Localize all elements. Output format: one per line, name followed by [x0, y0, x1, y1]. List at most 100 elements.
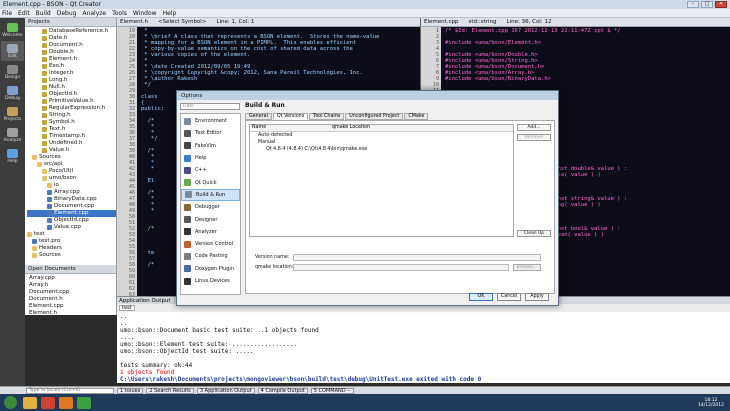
tree-file[interactable]: Exo.h — [27, 63, 116, 70]
tree-file[interactable]: Text.h — [27, 126, 116, 133]
qmake-location-field[interactable] — [293, 264, 509, 271]
tree-file[interactable]: Long.h — [27, 77, 116, 84]
system-clock[interactable]: 18:12 14/12/2012 — [698, 398, 724, 408]
tab-tool-chains[interactable]: Tool Chains — [309, 113, 345, 120]
mode-analyze[interactable]: Analyze — [1, 125, 24, 145]
mode-edit[interactable]: Edit — [1, 41, 24, 61]
apply-button[interactable]: Apply — [525, 293, 549, 301]
category-code-pasting[interactable]: Code Pasting — [181, 250, 240, 262]
tree-file[interactable]: Document.h — [27, 42, 116, 49]
right-editor-file[interactable]: Element.cpp — [424, 19, 459, 25]
tree-folder[interactable]: src/api — [27, 161, 116, 168]
remove-button[interactable]: Remove — [517, 134, 551, 141]
tab-cmake[interactable]: CMake — [404, 113, 429, 120]
tree-file[interactable]: Timestamp.h — [27, 133, 116, 140]
menu-tools[interactable]: Tools — [112, 10, 127, 17]
tree-folder[interactable]: Poco/Util — [27, 168, 116, 175]
mode-welcome[interactable]: Welcome — [1, 20, 24, 40]
firefox-icon[interactable] — [59, 396, 73, 409]
tree-file[interactable]: Symbol.h — [27, 119, 116, 126]
open-document-item[interactable]: Document.h — [27, 296, 116, 303]
open-document-item[interactable]: Element.cpp — [27, 303, 116, 310]
command-tab[interactable]: 5 COMMAND -- — [310, 387, 354, 394]
browse-button[interactable]: Browse... — [513, 264, 541, 271]
table-row[interactable]: Auto-detected — [250, 132, 513, 139]
tree-file[interactable]: Integer.h — [27, 70, 116, 77]
menu-window[interactable]: Window — [133, 10, 157, 17]
cancel-button[interactable]: Cancel — [497, 293, 521, 301]
menu-edit[interactable]: Edit — [18, 10, 30, 17]
tab-general[interactable]: General — [245, 113, 272, 120]
mode-design[interactable]: Design — [1, 62, 24, 82]
tree-file[interactable]: Undefined.h — [27, 140, 116, 147]
clean-up-button[interactable]: Clean Up — [517, 230, 551, 237]
tree-folder[interactable]: Sources — [27, 154, 116, 161]
add-button[interactable]: Add... — [517, 124, 551, 131]
tree-folder[interactable]: Headers — [27, 245, 116, 252]
locator-input[interactable]: Type to locate (Ctrl+K) — [26, 387, 114, 394]
category-debugger[interactable]: Debugger — [181, 201, 240, 213]
category-designer[interactable]: Designer — [181, 213, 240, 225]
tree-file[interactable]: Double.h — [27, 49, 116, 56]
category-environment[interactable]: Environment — [181, 115, 240, 127]
options-filter-input[interactable]: Filter — [180, 103, 240, 110]
category-linux-devices[interactable]: Linux Devices — [181, 275, 240, 287]
tree-file[interactable]: Array.cpp — [27, 189, 116, 196]
left-editor-symbol[interactable]: <Select Symbol> — [158, 19, 206, 25]
maximize-button[interactable]: □ — [701, 1, 713, 8]
tree-file[interactable]: String.h — [27, 112, 116, 119]
category-help[interactable]: Help — [181, 152, 240, 164]
tree-file[interactable]: Value.cpp — [27, 224, 116, 231]
open-document-item[interactable]: Array.cpp — [27, 275, 116, 282]
tab-unconfigured-project[interactable]: Unconfigured Project — [345, 113, 404, 120]
category-analyzer[interactable]: Analyzer — [181, 226, 240, 238]
qt-creator-icon[interactable] — [77, 396, 91, 409]
menu-build[interactable]: Build — [36, 10, 51, 17]
minimize-button[interactable]: – — [687, 1, 699, 8]
table-row[interactable]: Qt 4.8.4 (4.8.4) C:\Qt\4.8.4\bin\qmake.e… — [250, 146, 513, 153]
tree-file[interactable]: Date.h — [27, 35, 116, 42]
tree-file[interactable]: PrimitiveValue.h — [27, 98, 116, 105]
tab-qt-versions[interactable]: Qt Versions — [272, 113, 309, 120]
issues-tab[interactable]: 1 Issues — [117, 387, 144, 394]
tree-folder[interactable]: io — [27, 182, 116, 189]
open-document-item[interactable]: Element.h — [27, 310, 116, 317]
category-text-editor[interactable]: Text Editor — [181, 127, 240, 139]
version-name-field[interactable] — [293, 254, 541, 261]
tree-file[interactable]: BinaryData.cpp — [27, 196, 116, 203]
tree-folder[interactable]: umo/bson — [27, 175, 116, 182]
ok-button[interactable]: OK — [469, 293, 493, 301]
tree-file[interactable]: RegularExpression.h — [27, 105, 116, 112]
tree-file[interactable]: Element.cpp — [27, 210, 116, 217]
tree-file[interactable]: ObjectId.h — [27, 91, 116, 98]
tree-file[interactable]: Document.cpp — [27, 203, 116, 210]
category-fakevim[interactable]: FakeVim — [181, 140, 240, 152]
left-editor-file[interactable]: Element.h — [120, 19, 148, 25]
category-version-control[interactable]: Version Control — [181, 238, 240, 250]
menu-analyze[interactable]: Analyze — [82, 10, 106, 17]
explorer-icon[interactable] — [23, 396, 37, 409]
column-qmake-location[interactable]: qmake Location — [330, 125, 513, 131]
output-tab-test[interactable]: test — [119, 305, 135, 311]
open-document-item[interactable]: Document.cpp — [27, 289, 116, 296]
compile-output-tab[interactable]: 4 Compile Output — [257, 387, 308, 394]
tree-folder[interactable]: test — [27, 231, 116, 238]
right-editor-symbol[interactable]: std::string — [469, 19, 497, 25]
category-c-[interactable]: C++ — [181, 164, 240, 176]
table-row[interactable]: Manual — [250, 139, 513, 146]
category-qt-quick[interactable]: Qt Quick — [181, 176, 240, 188]
application-output-tab[interactable]: 3 Application Output — [196, 387, 255, 394]
menu-file[interactable]: File — [2, 10, 12, 17]
category-build-run[interactable]: Build & Run — [181, 188, 240, 202]
tree-file[interactable]: Value.h — [27, 147, 116, 154]
tree-file[interactable]: test.pro — [27, 238, 116, 245]
tree-file[interactable]: ObjectId.cpp — [27, 217, 116, 224]
menu-debug[interactable]: Debug — [57, 10, 77, 17]
tree-folder[interactable]: Sources — [27, 252, 116, 259]
start-button[interactable] — [4, 396, 17, 409]
category-doxygen-plugin[interactable]: Doxygen Plugin — [181, 263, 240, 275]
menu-help[interactable]: Help — [163, 10, 177, 17]
mode-help[interactable]: Help — [1, 146, 24, 166]
column-name[interactable]: Name — [250, 125, 330, 131]
chrome-icon[interactable] — [41, 396, 55, 409]
